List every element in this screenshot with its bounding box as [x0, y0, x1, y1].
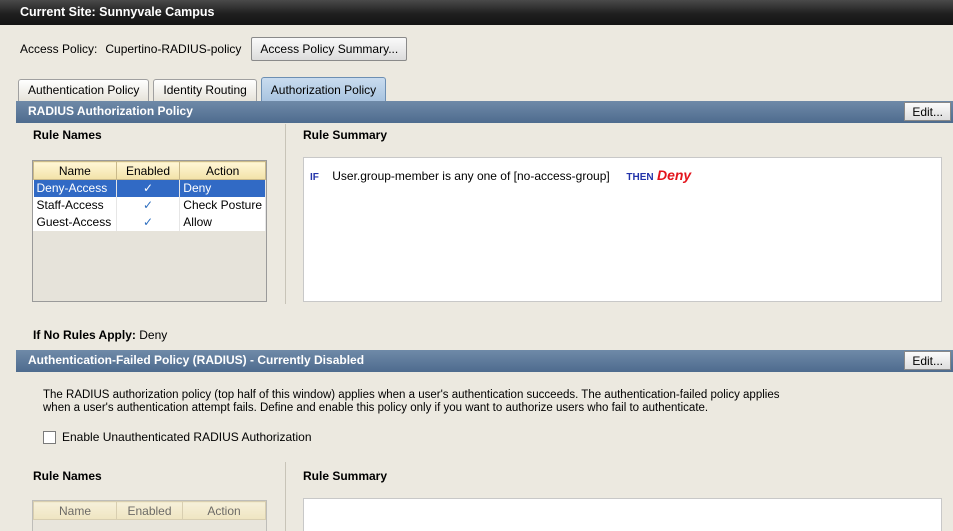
rule-names-list: Name Enabled Action Deny-Access ✓ Deny S… [32, 160, 267, 302]
rule-action: Check Posture [179, 196, 266, 214]
auth-failed-section-title: Authentication-Failed Policy (RADIUS) - … [28, 353, 365, 367]
pane-divider [285, 124, 286, 304]
pane-divider [285, 462, 286, 531]
rule-names-table: Name Enabled Action Deny-Access ✓ Deny S… [33, 161, 266, 231]
radius-edit-button[interactable]: Edit... [904, 102, 951, 121]
access-policy-row: Access Policy: Cupertino-RADIUS-policy A… [20, 36, 408, 62]
tab-authorization-policy[interactable]: Authorization Policy [260, 77, 387, 101]
rule-name: Deny-Access [33, 179, 117, 197]
rule-name: Guest-Access [33, 213, 117, 231]
policy-window: Current Site: Sunnyvale Campus Access Po… [0, 0, 953, 531]
tab-authentication-policy[interactable]: Authentication Policy [18, 79, 150, 101]
rule-action: Deny [179, 179, 266, 197]
enabled-check-icon[interactable]: ✓ [116, 196, 181, 214]
failed-rule-names-list: Name Enabled Action [32, 500, 267, 531]
rule-summary-text: IF User.group-member is any one of [no-a… [310, 167, 691, 183]
no-rules-apply: If No Rules Apply: Deny [33, 328, 167, 342]
rule-names-title: Rule Names [33, 128, 102, 142]
window-title: Current Site: Sunnyvale Campus [0, 0, 953, 25]
description-line: when a user's authentication attempt fai… [43, 402, 709, 414]
column-header-name[interactable]: Name [33, 501, 117, 520]
failed-rule-summary-title: Rule Summary [303, 469, 388, 483]
no-rules-apply-label: If No Rules Apply: [33, 328, 136, 342]
tab-identity-routing[interactable]: Identity Routing [153, 79, 257, 101]
access-policy-label: Access Policy: [20, 42, 98, 56]
auth-failed-description: The RADIUS authorization policy (top hal… [43, 389, 923, 415]
description-line: The RADIUS authorization policy (top hal… [43, 389, 780, 401]
radius-authorization-section-header: RADIUS Authorization Policy Edit... [16, 101, 953, 123]
policy-tabs: Authentication Policy Identity Routing A… [18, 77, 390, 101]
enabled-check-icon[interactable]: ✓ [116, 179, 181, 197]
access-policy-value: Cupertino-RADIUS-policy [105, 42, 242, 56]
column-header-action[interactable]: Action [182, 501, 266, 520]
enable-unauthenticated-row[interactable]: Enable Unauthenticated RADIUS Authorizat… [43, 430, 312, 444]
then-keyword: THEN [626, 172, 654, 183]
rule-condition: User.group-member is any one of [no-acce… [332, 169, 610, 183]
column-header-name[interactable]: Name [33, 161, 117, 180]
failed-rule-names-table: Name Enabled Action [33, 501, 266, 520]
enabled-check-icon[interactable]: ✓ [116, 213, 181, 231]
failed-rule-names-title: Rule Names [33, 469, 102, 483]
rule-action: Allow [179, 213, 266, 231]
access-policy-summary-button[interactable]: Access Policy Summary... [251, 37, 408, 61]
column-header-enabled[interactable]: Enabled [115, 161, 181, 180]
auth-failed-section-header: Authentication-Failed Policy (RADIUS) - … [16, 350, 953, 372]
column-header-action[interactable]: Action [179, 161, 266, 180]
failed-rule-summary-box [303, 498, 942, 531]
no-rules-apply-value: Deny [139, 328, 168, 342]
if-keyword: IF [310, 172, 319, 183]
enable-unauthenticated-checkbox[interactable] [43, 430, 56, 444]
table-row[interactable]: Staff-Access ✓ Check Posture [33, 196, 266, 214]
rule-summary-title: Rule Summary [303, 128, 388, 142]
rule-result: Deny [656, 167, 692, 183]
auth-failed-edit-button[interactable]: Edit... [904, 351, 951, 370]
rule-name: Staff-Access [33, 196, 117, 214]
enable-unauthenticated-label[interactable]: Enable Unauthenticated RADIUS Authorizat… [62, 430, 312, 444]
table-row[interactable]: Deny-Access ✓ Deny [33, 179, 266, 197]
table-row[interactable]: Guest-Access ✓ Allow [33, 213, 266, 231]
rule-summary-box: IF User.group-member is any one of [no-a… [303, 157, 942, 302]
column-header-enabled[interactable]: Enabled [116, 501, 183, 520]
radius-authorization-section-title: RADIUS Authorization Policy [28, 104, 193, 118]
